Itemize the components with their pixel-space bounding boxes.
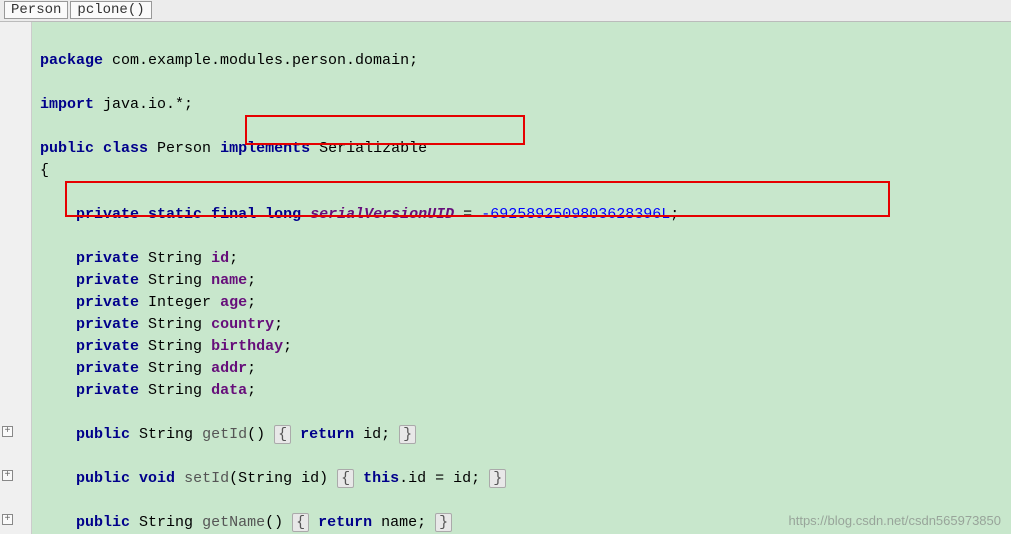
keyword-public: public	[76, 470, 130, 487]
keyword-private: private	[76, 338, 139, 355]
keyword-static: static	[148, 206, 202, 223]
code-line: private static final long serialVersionU…	[40, 206, 679, 223]
import-path: java.io.*;	[94, 96, 193, 113]
fold-brace[interactable]: }	[435, 513, 452, 532]
code-line: private Integer age;	[40, 294, 256, 311]
type-string: String	[139, 426, 193, 443]
keyword-public: public	[40, 140, 94, 157]
fold-brace[interactable]: {	[292, 513, 309, 532]
keyword-this: this	[363, 470, 399, 487]
keyword-private: private	[76, 294, 139, 311]
fold-icon[interactable]: +	[2, 514, 13, 525]
semicolon: ;	[283, 338, 292, 355]
keyword-package: package	[40, 52, 103, 69]
breadcrumb: Person pclone()	[0, 0, 1011, 22]
gutter: + + +	[0, 22, 32, 534]
type-string: String	[148, 316, 202, 333]
equals: =	[454, 206, 481, 223]
field-name: name	[211, 272, 247, 289]
sig: (String id)	[229, 470, 337, 487]
sig: ()	[265, 514, 292, 531]
semicolon: ;	[274, 316, 283, 333]
keyword-private: private	[76, 272, 139, 289]
keyword-void: void	[139, 470, 175, 487]
sig: ()	[247, 426, 274, 443]
fold-brace[interactable]: {	[274, 425, 291, 444]
code-line: private String addr;	[40, 360, 256, 377]
code-line: private String country;	[40, 316, 283, 333]
brace: {	[40, 162, 49, 179]
keyword-return: return	[300, 426, 354, 443]
code-line: import java.io.*;	[40, 96, 193, 113]
field-birthday: birthday	[211, 338, 283, 355]
method-getname: getName	[202, 514, 265, 531]
keyword-private: private	[76, 316, 139, 333]
field-country: country	[211, 316, 274, 333]
serial-uid-value: -6925892509803628396L	[481, 206, 670, 223]
serializable: Serializable	[310, 140, 427, 157]
fold-brace[interactable]: }	[489, 469, 506, 488]
breadcrumb-method[interactable]: pclone()	[70, 1, 151, 19]
fold-brace[interactable]: }	[399, 425, 416, 444]
keyword-return: return	[318, 514, 372, 531]
code-editor[interactable]: package com.example.modules.person.domai…	[32, 22, 1011, 534]
code-line: private String birthday;	[40, 338, 292, 355]
keyword-import: import	[40, 96, 94, 113]
keyword-public: public	[76, 426, 130, 443]
code-line: {	[40, 162, 49, 179]
code-line: public String getName() { return name; }	[40, 513, 452, 532]
semicolon: ;	[670, 206, 679, 223]
keyword-long: long	[265, 206, 301, 223]
field-addr: addr	[211, 360, 247, 377]
semicolon: ;	[247, 382, 256, 399]
semicolon: ;	[247, 360, 256, 377]
type-string: String	[148, 360, 202, 377]
code-line: public void setId(String id) { this.id =…	[40, 469, 506, 488]
body: id;	[354, 426, 399, 443]
breadcrumb-class[interactable]: Person	[4, 1, 68, 19]
code-line: private String id;	[40, 250, 238, 267]
semicolon: ;	[247, 294, 256, 311]
keyword-public: public	[76, 514, 130, 531]
keyword-private: private	[76, 382, 139, 399]
editor-area: + + + package com.example.modules.person…	[0, 22, 1011, 534]
semicolon: ;	[229, 250, 238, 267]
field-age: age	[220, 294, 247, 311]
type-string: String	[148, 338, 202, 355]
fold-icon[interactable]: +	[2, 470, 13, 481]
body: .id = id;	[399, 470, 489, 487]
type-string: String	[139, 514, 193, 531]
fold-icon[interactable]: +	[2, 426, 13, 437]
keyword-private: private	[76, 360, 139, 377]
class-name: Person	[148, 140, 220, 157]
method-setid: setId	[184, 470, 229, 487]
keyword-private: private	[76, 206, 139, 223]
keyword-implements: implements	[220, 140, 310, 157]
keyword-final: final	[211, 206, 256, 223]
code-line: package com.example.modules.person.domai…	[40, 52, 418, 69]
body: name;	[372, 514, 435, 531]
type-string: String	[148, 250, 202, 267]
type-integer: Integer	[148, 294, 211, 311]
field-data: data	[211, 382, 247, 399]
field-id: id	[211, 250, 229, 267]
semicolon: ;	[247, 272, 256, 289]
fold-brace[interactable]: {	[337, 469, 354, 488]
keyword-private: private	[76, 250, 139, 267]
type-string: String	[148, 382, 202, 399]
keyword-class: class	[103, 140, 148, 157]
code-line: public String getId() { return id; }	[40, 425, 416, 444]
package-path: com.example.modules.person.domain;	[103, 52, 418, 69]
code-line: public class Person implements Serializa…	[40, 140, 427, 157]
serial-uid-field: serialVersionUID	[310, 206, 454, 223]
method-getid: getId	[202, 426, 247, 443]
type-string: String	[148, 272, 202, 289]
code-line: private String data;	[40, 382, 256, 399]
code-line: private String name;	[40, 272, 256, 289]
